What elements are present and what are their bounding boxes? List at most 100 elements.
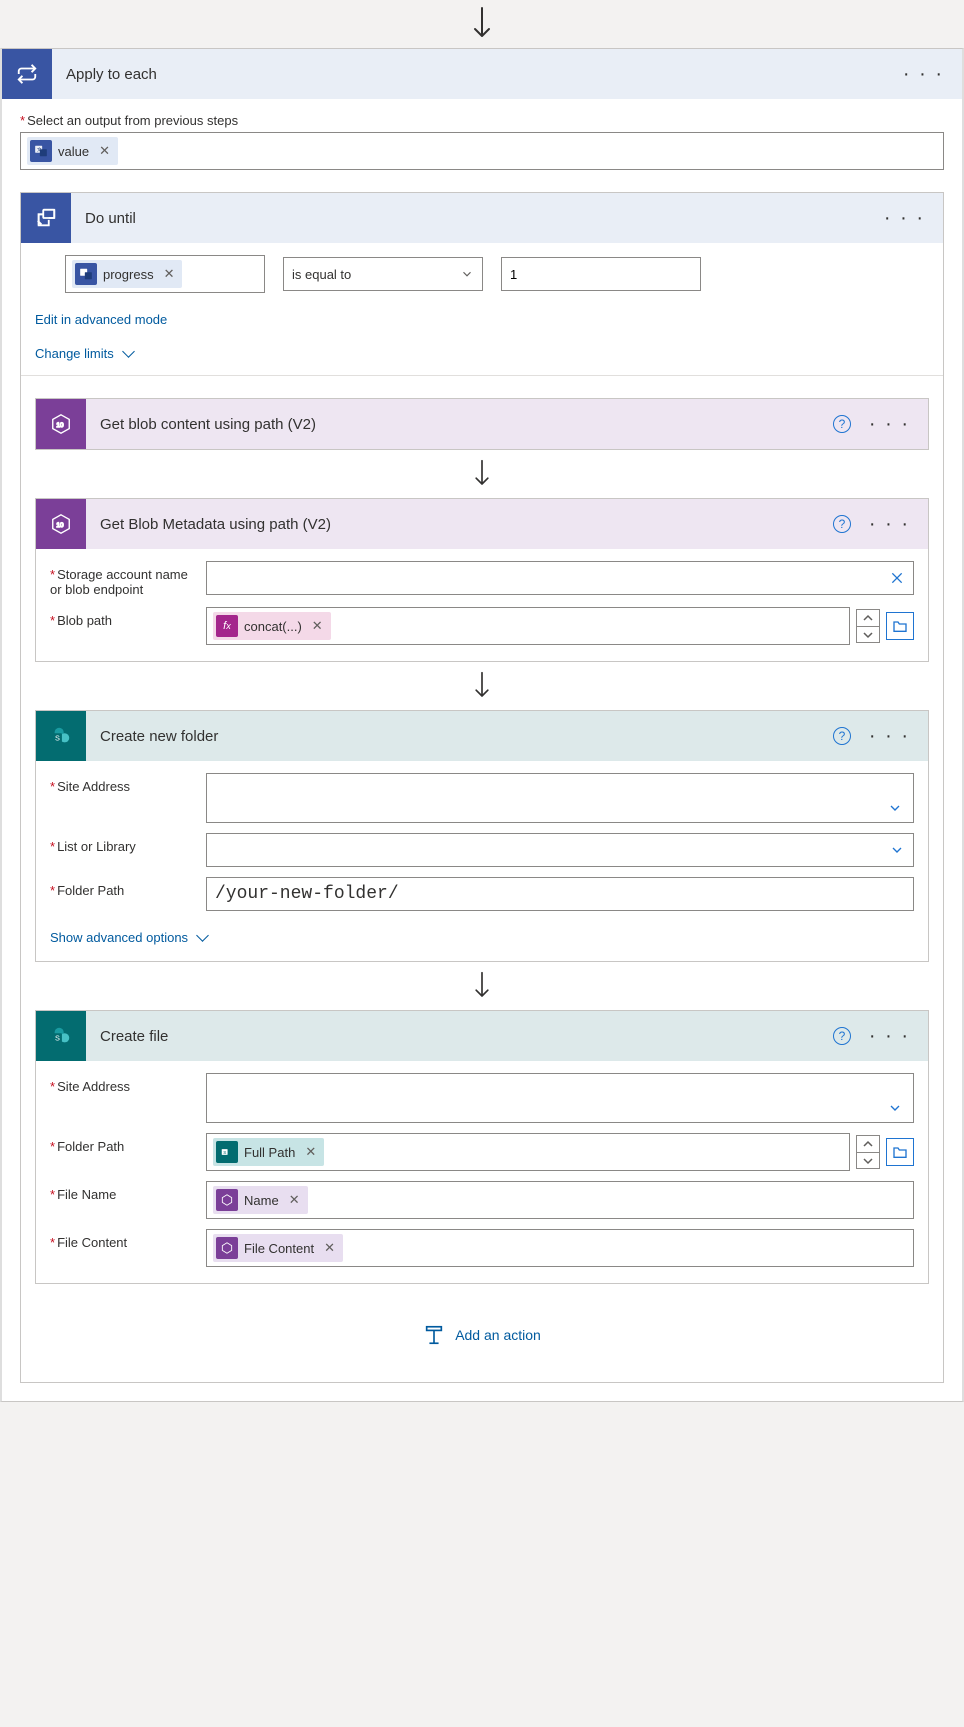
get-blob-metadata-menu[interactable]: · · · bbox=[869, 514, 910, 534]
create-folder-menu[interactable]: · · · bbox=[869, 726, 910, 746]
edit-advanced-link[interactable]: Edit in advanced mode bbox=[35, 312, 167, 327]
file-content-token[interactable]: File Content ✕ bbox=[213, 1234, 343, 1262]
change-limits-link[interactable]: Change limits bbox=[35, 346, 133, 361]
storage-account-label: Storage account name or blob endpoint bbox=[50, 561, 196, 597]
value-token[interactable]: 文 value ✕ bbox=[27, 137, 118, 165]
concat-token[interactable]: fx concat(...) ✕ bbox=[213, 612, 331, 640]
full-path-token-label: Full Path bbox=[244, 1145, 295, 1160]
create-file-menu[interactable]: · · · bbox=[869, 1026, 910, 1046]
folder-path-label: Folder Path bbox=[50, 877, 196, 898]
blob-icon bbox=[216, 1189, 238, 1211]
spinner-up[interactable] bbox=[857, 1136, 879, 1152]
flow-arrow bbox=[35, 662, 929, 710]
value-token-label: value bbox=[58, 144, 89, 159]
cf-folder-spinner[interactable] bbox=[856, 1135, 880, 1169]
sharepoint-icon: S bbox=[216, 1141, 238, 1163]
blob-path-spinner[interactable] bbox=[856, 609, 880, 643]
get-blob-metadata-header[interactable]: 10 Get Blob Metadata using path (V2) ? ·… bbox=[36, 499, 928, 549]
cf-file-name-input[interactable]: Name ✕ bbox=[206, 1181, 914, 1219]
apply-to-each-menu[interactable]: · · · bbox=[903, 64, 944, 84]
do-until-header[interactable]: Do until · · · bbox=[21, 193, 943, 243]
concat-token-label: concat(...) bbox=[244, 619, 302, 634]
help-icon[interactable]: ? bbox=[833, 415, 851, 433]
file-content-token-remove[interactable]: ✕ bbox=[320, 1240, 335, 1256]
spinner-up[interactable] bbox=[857, 610, 879, 626]
translate-icon: 文 bbox=[30, 140, 52, 162]
select-output-label: Select an output from previous steps bbox=[20, 113, 944, 128]
svg-text:S: S bbox=[223, 1150, 226, 1155]
help-icon[interactable]: ? bbox=[833, 1027, 851, 1045]
spinner-down[interactable] bbox=[857, 626, 879, 642]
file-content-token-label: File Content bbox=[244, 1241, 314, 1256]
help-icon[interactable]: ? bbox=[833, 515, 851, 533]
name-token-remove[interactable]: ✕ bbox=[285, 1192, 300, 1208]
cf-file-content-label: File Content bbox=[50, 1229, 196, 1250]
full-path-token[interactable]: S Full Path ✕ bbox=[213, 1138, 324, 1166]
blob-path-input[interactable]: fx concat(...) ✕ bbox=[206, 607, 850, 645]
chevron-down-icon bbox=[887, 800, 903, 816]
get-blob-content-header[interactable]: 10 Get blob content using path (V2) ? · … bbox=[36, 399, 928, 449]
name-token-label: Name bbox=[244, 1193, 279, 1208]
site-address-label: Site Address bbox=[50, 773, 196, 794]
do-until-menu[interactable]: · · · bbox=[884, 208, 925, 228]
apply-to-each-header[interactable]: Apply to each · · · bbox=[2, 49, 962, 99]
list-library-select[interactable] bbox=[206, 833, 914, 867]
blob-icon: 10 bbox=[36, 399, 86, 449]
create-folder-title: Create new folder bbox=[86, 728, 833, 745]
translate-icon bbox=[75, 263, 97, 285]
cf-site-address-select[interactable] bbox=[206, 1073, 914, 1123]
list-library-label: List or Library bbox=[50, 833, 196, 854]
get-blob-content-card: 10 Get blob content using path (V2) ? · … bbox=[35, 398, 929, 450]
cf-folder-path-label: Folder Path bbox=[50, 1133, 196, 1154]
chevron-down-icon bbox=[460, 267, 474, 281]
add-action-label: Add an action bbox=[455, 1327, 541, 1343]
svg-text:10: 10 bbox=[56, 522, 64, 529]
select-output-input[interactable]: 文 value ✕ bbox=[20, 132, 944, 170]
until-operator-select[interactable]: is equal to bbox=[283, 257, 483, 291]
create-file-card: S Create file ? · · · Site Address bbox=[35, 1010, 929, 1284]
chevron-down-icon bbox=[887, 1100, 903, 1116]
full-path-token-remove[interactable]: ✕ bbox=[301, 1144, 316, 1160]
storage-account-input[interactable] bbox=[206, 561, 914, 595]
fx-icon: fx bbox=[216, 615, 238, 637]
create-folder-header[interactable]: S Create new folder ? · · · bbox=[36, 711, 928, 761]
blob-icon bbox=[216, 1237, 238, 1259]
spinner-down[interactable] bbox=[857, 1152, 879, 1168]
chevron-down-icon bbox=[889, 842, 905, 858]
do-until-card: Do until · · · progress bbox=[20, 192, 944, 1383]
create-folder-card: S Create new folder ? · · · Site Address bbox=[35, 710, 929, 962]
create-file-title: Create file bbox=[86, 1028, 833, 1045]
cf-file-content-input[interactable]: File Content ✕ bbox=[206, 1229, 914, 1267]
concat-token-remove[interactable]: ✕ bbox=[308, 618, 323, 634]
do-until-title: Do until bbox=[71, 210, 884, 227]
blob-path-label: Blob path bbox=[50, 607, 196, 628]
folder-picker-button[interactable] bbox=[886, 1138, 914, 1166]
value-token-remove[interactable]: ✕ bbox=[95, 143, 110, 159]
sharepoint-icon: S bbox=[36, 711, 86, 761]
progress-token-label: progress bbox=[103, 267, 154, 282]
svg-text:S: S bbox=[55, 734, 60, 743]
get-blob-content-menu[interactable]: · · · bbox=[869, 414, 910, 434]
until-right-operand[interactable] bbox=[501, 257, 701, 291]
until-left-operand[interactable]: progress ✕ bbox=[65, 255, 265, 293]
clear-icon[interactable] bbox=[889, 570, 905, 586]
folder-path-value: /your-new-folder/ bbox=[215, 884, 399, 904]
help-icon[interactable]: ? bbox=[833, 727, 851, 745]
progress-token-remove[interactable]: ✕ bbox=[160, 266, 175, 282]
do-until-icon bbox=[21, 193, 71, 243]
blob-icon: 10 bbox=[36, 499, 86, 549]
flow-arrow bbox=[35, 962, 929, 1010]
show-advanced-link[interactable]: Show advanced options bbox=[50, 930, 207, 945]
add-action-button[interactable]: Add an action bbox=[35, 1284, 929, 1366]
name-token[interactable]: Name ✕ bbox=[213, 1186, 308, 1214]
folder-picker-button[interactable] bbox=[886, 612, 914, 640]
svg-text:文: 文 bbox=[37, 146, 42, 153]
apply-to-each-title: Apply to each bbox=[52, 66, 903, 83]
cf-folder-path-input[interactable]: S Full Path ✕ bbox=[206, 1133, 850, 1171]
svg-text:10: 10 bbox=[56, 422, 64, 429]
site-address-select[interactable] bbox=[206, 773, 914, 823]
cf-site-address-label: Site Address bbox=[50, 1073, 196, 1094]
create-file-header[interactable]: S Create file ? · · · bbox=[36, 1011, 928, 1061]
folder-path-input[interactable]: /your-new-folder/ bbox=[206, 877, 914, 911]
progress-token[interactable]: progress ✕ bbox=[72, 260, 182, 288]
